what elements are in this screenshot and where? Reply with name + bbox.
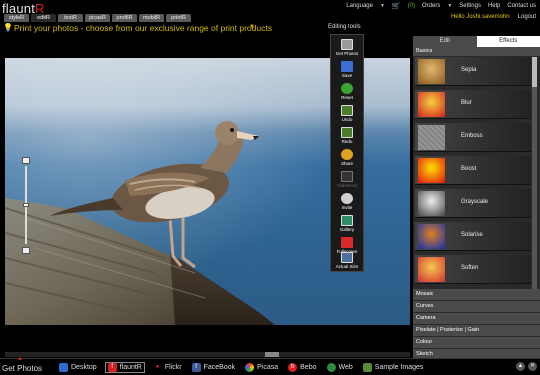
help-link[interactable]: Help	[488, 3, 500, 9]
effects-scroll-thumb[interactable]	[532, 57, 537, 87]
category-colour[interactable]: Colour	[413, 337, 540, 348]
effect-soften[interactable]: Soften	[415, 255, 531, 284]
effect-categories: Mosaic Curves Camera Pixelate | Posteriz…	[413, 289, 540, 361]
blur-thumbnail	[418, 92, 445, 117]
user-greeting: Hello Joshi.savemohn	[450, 14, 510, 20]
share-icon	[341, 149, 353, 160]
emboss-thumbnail	[418, 125, 445, 150]
gallery-icon	[341, 215, 353, 226]
category-mosaic[interactable]: Mosaic	[413, 289, 540, 300]
flauntr-icon: f	[107, 363, 117, 372]
tab-effects[interactable]: Effects	[476, 36, 540, 47]
orders-caret-icon[interactable]: ▼	[447, 3, 452, 9]
promo-text[interactable]: Print your photos - choose from our excl…	[14, 23, 272, 33]
redo-icon	[341, 127, 353, 138]
get-photos-label[interactable]: Get Photos	[2, 364, 42, 373]
user-line: Hello Joshi.savemohn Logout	[451, 14, 536, 20]
zoom-slider[interactable]	[21, 157, 31, 254]
solarise-thumbnail	[418, 224, 445, 249]
basics-header[interactable]: Basics	[413, 47, 540, 56]
soften-thumbnail	[418, 257, 445, 282]
web-globe-icon	[326, 363, 336, 372]
lightbulb-icon: 💡	[3, 23, 13, 32]
invite-tool[interactable]: Invite	[331, 191, 363, 213]
editing-toolbar: Get Photos Save Reset Undo Redo Share Sl…	[330, 34, 364, 272]
desktop-icon	[59, 363, 68, 372]
effect-emboss[interactable]: Emboss	[415, 123, 531, 152]
cart-icon[interactable]: 🛒	[392, 2, 401, 10]
facebook-icon: f	[191, 363, 201, 372]
effects-scrollbar[interactable]	[532, 57, 537, 289]
source-flickr[interactable]: ● Flickr	[151, 362, 184, 373]
fullscreen-icon	[341, 237, 353, 248]
source-desktop[interactable]: Desktop	[57, 362, 99, 373]
effect-sepia[interactable]: Sepia	[415, 57, 531, 86]
top-nav: Language ▼ 🛒 (0) Orders ▼ Settings Help …	[346, 2, 536, 10]
get-photos-caret-icon[interactable]: ▲	[17, 356, 23, 362]
source-bebo[interactable]: b Bebo	[286, 362, 318, 373]
invite-icon	[341, 193, 353, 204]
effect-grayscale[interactable]: Grayscale	[415, 189, 531, 218]
slideshow-icon	[341, 171, 353, 182]
bebo-icon: b	[288, 363, 298, 372]
effects-panel: Edit Effects Basics Sepia Blur Emboss Bo…	[413, 36, 540, 361]
flickr-icon: ●	[152, 363, 162, 372]
zoom-in-button[interactable]	[22, 157, 30, 164]
slideshow-tool[interactable]: Slideshow	[331, 169, 363, 191]
contact-link[interactable]: Contact us	[507, 3, 536, 9]
category-camera[interactable]: Camera	[413, 313, 540, 324]
undo-tool[interactable]: Undo	[331, 103, 363, 125]
header: flauntR styleR editR textR picasR profil…	[0, 0, 540, 23]
zoom-out-button[interactable]	[22, 247, 30, 254]
sepia-thumbnail	[418, 59, 445, 84]
panel-tabs: Edit Effects	[413, 36, 540, 47]
gallery-tool[interactable]: Gallery	[331, 213, 363, 235]
reset-icon	[341, 83, 353, 94]
source-facebook[interactable]: f FaceBook	[190, 362, 238, 373]
source-web[interactable]: Web	[325, 362, 355, 373]
editing-tools-title: Editing tools	[328, 24, 361, 30]
orders-count: (0)	[407, 3, 415, 9]
category-curves[interactable]: Curves	[413, 301, 540, 312]
boost-thumbnail	[418, 158, 445, 183]
orders-link[interactable]: Orders	[422, 3, 440, 9]
save-icon	[341, 61, 353, 72]
close-icon[interactable]: ✕	[528, 362, 537, 371]
effect-boost[interactable]: Boost	[415, 156, 531, 185]
get-photos-tool[interactable]: Get Photos	[331, 37, 363, 59]
bottom-bar: ▲ Get Photos Desktop f flauntR ● Flickr …	[0, 356, 540, 375]
language-menu[interactable]: Language	[346, 3, 373, 9]
sample-images-icon	[362, 363, 372, 372]
actual-size-icon	[341, 252, 353, 263]
promo-caret-icon[interactable]: ▼	[249, 24, 255, 30]
scroll-up-icon[interactable]: ▲	[516, 362, 525, 371]
source-picasa[interactable]: Picasa	[243, 362, 280, 373]
tab-edit[interactable]: Edit	[413, 36, 477, 47]
settings-link[interactable]: Settings	[459, 3, 481, 9]
zoom-knob[interactable]	[23, 203, 29, 207]
photo-sources: Desktop f flauntR ● Flickr f FaceBook Pi…	[57, 362, 425, 373]
redo-tool[interactable]: Redo	[331, 125, 363, 147]
effects-list: Sepia Blur Emboss Boost Grayscale Solari…	[415, 57, 538, 289]
reset-tool[interactable]: Reset	[331, 81, 363, 103]
canvas-scroll-thumb[interactable]	[265, 352, 279, 357]
undo-icon	[341, 105, 353, 116]
get-photos-icon	[341, 39, 353, 50]
language-caret-icon[interactable]: ▼	[380, 3, 385, 9]
source-sample-images[interactable]: Sample Images	[361, 362, 426, 373]
grayscale-thumbnail	[418, 191, 445, 216]
actual-size-tool[interactable]: Actual Size	[331, 250, 363, 272]
logout-link[interactable]: Logout	[518, 14, 536, 20]
picasa-icon	[245, 363, 255, 372]
save-tool[interactable]: Save	[331, 59, 363, 81]
share-tool[interactable]: Share	[331, 147, 363, 169]
source-flauntr[interactable]: f flauntR	[104, 362, 145, 373]
effect-solarise[interactable]: Solarise	[415, 222, 531, 251]
canvas-h-scrollbar[interactable]	[5, 352, 410, 357]
category-pixelate[interactable]: Pixelate | Posterize | Gain	[413, 325, 540, 336]
effect-blur[interactable]: Blur	[415, 90, 531, 119]
